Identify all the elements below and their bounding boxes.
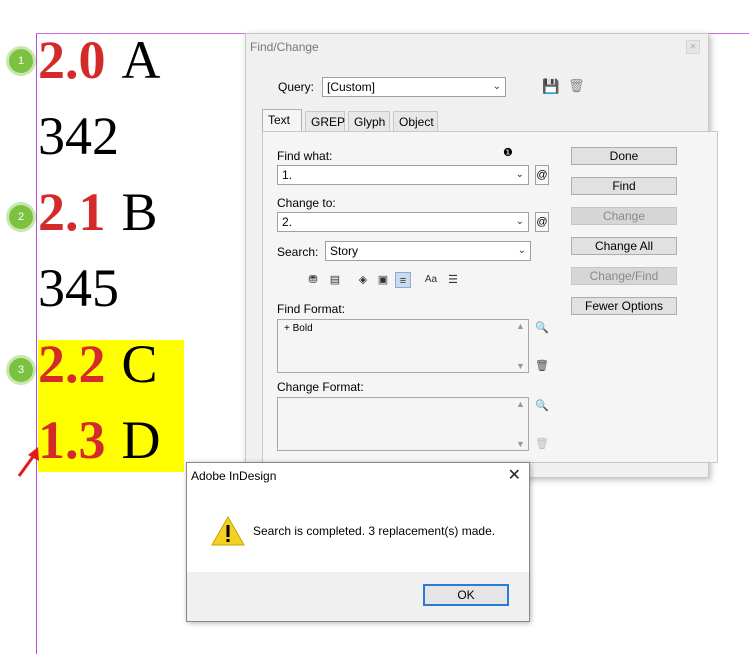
hidden-layers-icon[interactable]: ◈	[355, 272, 371, 288]
doc-text: A	[121, 30, 161, 90]
close-icon[interactable]: ✕	[508, 465, 521, 485]
doc-text: C	[121, 334, 158, 394]
find-what-value: 1.	[282, 168, 293, 182]
doc-text: D	[121, 410, 161, 470]
doc-line-3: 2.1 B	[38, 182, 158, 242]
doc-line-2: 342	[38, 106, 119, 166]
save-query-icon[interactable]: 💾	[542, 78, 559, 95]
tab-grep[interactable]: GREP	[305, 111, 345, 131]
clear-change-format-icon[interactable]: 🗑	[535, 437, 549, 451]
alert-footer: OK	[187, 572, 529, 621]
search-scope-value: Story	[330, 244, 359, 258]
alert-message: Search is completed. 3 replacement(s) ma…	[253, 524, 496, 538]
find-format-value: + Bold	[284, 323, 313, 334]
alert-dialog: Adobe InDesign ✕ Search is completed. 3 …	[186, 462, 530, 622]
doc-number: 2.1	[38, 182, 106, 242]
doc-number: 2.0	[38, 30, 106, 90]
find-format-label: Find Format:	[277, 302, 346, 316]
footnotes-icon[interactable]: ≡	[395, 272, 411, 288]
close-icon[interactable]: ✕	[686, 40, 700, 54]
doc-text: B	[121, 182, 158, 242]
find-what-field[interactable]: 1. ⌄	[277, 165, 529, 185]
doc-number: 1.3	[38, 410, 106, 470]
step-marker: 1	[9, 49, 33, 73]
chevron-down-icon: ⌄	[515, 169, 524, 180]
warning-icon	[211, 515, 245, 546]
chevron-down-icon: ⌄	[492, 81, 501, 92]
change-to-label: Change to:	[277, 196, 336, 210]
tab-object[interactable]: Object	[393, 111, 438, 131]
case-sensitive-icon[interactable]: Aa	[423, 272, 439, 288]
chevron-down-icon: ⌄	[515, 216, 524, 227]
find-change-panel: Find/Change ✕ Query: [Custom] ⌄ 💾 🗑 Text …	[245, 33, 718, 478]
change-to-field[interactable]: 2. ⌄	[277, 212, 529, 232]
special-characters-find-icon[interactable]: @	[535, 165, 549, 185]
doc-text: 345	[38, 258, 119, 318]
query-label: Query:	[278, 80, 315, 94]
scrollbar[interactable]: ▲ ▼	[514, 398, 528, 450]
search-label: Search:	[277, 245, 319, 259]
change-to-value: 2.	[282, 215, 293, 229]
doc-line-1: 2.0 A	[38, 30, 161, 90]
doc-text: 342	[38, 106, 119, 166]
chevron-down-icon: ⌄	[517, 245, 526, 256]
delete-query-icon[interactable]: 🗑	[568, 78, 585, 94]
find-format-box[interactable]: + Bold ▲ ▼	[277, 319, 529, 373]
tab-glyph[interactable]: Glyph	[348, 111, 390, 131]
done-button[interactable]: Done	[571, 147, 677, 165]
find-what-label: Find what:	[277, 149, 333, 163]
step-marker: 3	[9, 358, 33, 382]
clear-find-format-icon[interactable]: 🗑	[535, 359, 549, 373]
specify-change-format-icon[interactable]: 🔍	[535, 399, 549, 413]
ok-button[interactable]: OK	[423, 584, 509, 606]
info-icon: ❶	[503, 147, 513, 159]
locked-layers-icon[interactable]: ⛃	[305, 272, 321, 288]
doc-line-4: 345	[38, 258, 119, 318]
doc-line-5: 2.2 C	[38, 334, 158, 394]
step-marker: 2	[9, 205, 33, 229]
specify-find-format-icon[interactable]: 🔍	[535, 321, 549, 335]
change-find-button[interactable]: Change/Find	[571, 267, 677, 285]
scrollbar[interactable]: ▲ ▼	[514, 320, 528, 372]
tab-text[interactable]: Text	[262, 109, 302, 131]
panel-title: Find/Change	[250, 40, 319, 54]
doc-number: 2.2	[38, 334, 106, 394]
query-dropdown[interactable]: [Custom] ⌄	[322, 77, 506, 97]
query-value: [Custom]	[327, 80, 376, 94]
change-button[interactable]: Change	[571, 207, 677, 225]
change-format-label: Change Format:	[277, 380, 364, 394]
change-format-box[interactable]: ▲ ▼	[277, 397, 529, 451]
whole-word-icon[interactable]: ☰	[445, 272, 461, 288]
tab-content: Find what: ❶ 1. ⌄ @ Change to: 2. ⌄ @ Sear…	[262, 131, 718, 463]
master-pages-icon[interactable]: ▣	[375, 272, 391, 288]
doc-line-6: 1.3 D	[38, 410, 161, 470]
arrow-icon	[17, 447, 39, 477]
change-all-button[interactable]: Change All	[571, 237, 677, 255]
special-characters-change-icon[interactable]: @	[535, 212, 549, 232]
vertical-guide	[36, 34, 37, 654]
find-button[interactable]: Find	[571, 177, 677, 195]
alert-title: Adobe InDesign	[191, 469, 277, 483]
fewer-options-button[interactable]: Fewer Options	[571, 297, 677, 315]
search-scope-dropdown[interactable]: Story ⌄	[325, 241, 531, 261]
locked-stories-icon[interactable]: ▤	[327, 272, 343, 288]
